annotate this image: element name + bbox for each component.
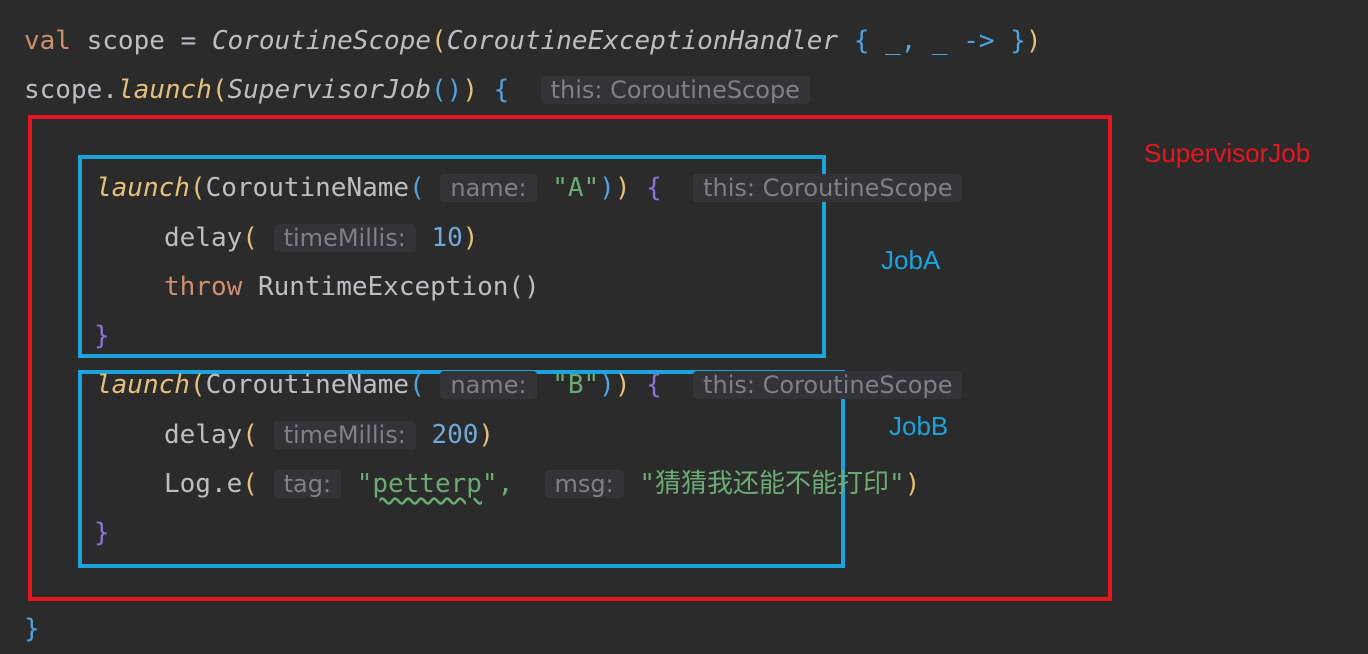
paren-open: ( xyxy=(242,223,258,253)
paren-close-inner: ) xyxy=(599,370,615,400)
job-a-launch-line: launch(CoroutineName( name: "A")) { this… xyxy=(96,171,963,205)
job-b-close-line: } xyxy=(94,516,110,550)
job-b-launch-line: launch(CoroutineName( name: "B")) { this… xyxy=(96,368,963,402)
paren-open-inner: ( xyxy=(409,173,425,203)
number-200: 200 xyxy=(431,420,479,450)
paren-close: ) xyxy=(614,370,631,400)
brace-open: { xyxy=(493,75,510,105)
code-line-1: val scope = CoroutineScope(CoroutineExce… xyxy=(24,24,1042,58)
job-b-delay-line: delay( timeMillis: 200) xyxy=(164,418,494,452)
variable-scope: scope xyxy=(86,26,165,56)
lambda-params: _, _ -> xyxy=(885,26,995,56)
inlay-hint-time-millis: timeMillis: xyxy=(273,224,416,252)
paren-inner: () xyxy=(431,75,463,105)
paren-open: ( xyxy=(242,469,258,499)
paren-close: ) xyxy=(478,420,495,450)
brace-open: { xyxy=(646,370,662,400)
inlay-hint-msg: msg: xyxy=(544,470,624,498)
runtime-exception: RuntimeException() xyxy=(257,272,540,302)
launch-call: launch xyxy=(117,75,212,105)
paren-open: ( xyxy=(189,370,206,400)
paren-close: ) xyxy=(904,469,921,499)
code-line-2: scope.launch(SupervisorJob()) { this: Co… xyxy=(24,73,810,107)
inlay-hint-tag: tag: xyxy=(273,470,342,498)
coroutine-name-call: CoroutineName xyxy=(205,370,410,400)
operator-equals: = xyxy=(180,26,197,56)
string-tag-value: petterp xyxy=(372,469,482,499)
job-a-label: JobA xyxy=(881,245,941,275)
string-b: "B" xyxy=(552,370,600,400)
delay-call: delay xyxy=(164,223,243,253)
scope-receiver: scope. xyxy=(24,75,118,105)
supervisor-job-label: SupervisorJob xyxy=(1144,138,1311,168)
brace-close: } xyxy=(1010,26,1026,56)
launch-call: launch xyxy=(96,370,190,400)
keyword-throw: throw xyxy=(164,272,243,302)
job-b-label: JobB xyxy=(889,411,949,441)
paren-open: ( xyxy=(431,26,447,56)
paren-open: ( xyxy=(242,420,258,450)
inlay-hint-name: name: xyxy=(440,371,537,399)
string-tag-open: " xyxy=(356,469,373,499)
brace-close: } xyxy=(94,321,110,351)
number-10: 10 xyxy=(431,223,463,253)
keyword-val: val xyxy=(24,26,71,56)
job-a-throw-line: throw RuntimeException() xyxy=(164,270,540,304)
class-exception-handler: CoroutineExceptionHandler xyxy=(446,26,839,56)
class-coroutine-scope: CoroutineScope xyxy=(211,26,432,56)
final-close-line: } xyxy=(24,612,40,646)
inlay-hint-name: name: xyxy=(440,174,537,202)
string-msg: "猜猜我还能不能打印" xyxy=(639,469,905,499)
string-tag-close: ", xyxy=(481,469,514,499)
paren-close-inner: ) xyxy=(599,173,615,203)
inlay-hint-scope: this: CoroutineScope xyxy=(693,174,963,202)
job-a-delay-line: delay( timeMillis: 10) xyxy=(164,221,478,255)
brace-close: } xyxy=(24,614,40,644)
paren-close: ) xyxy=(614,173,631,203)
log-e-call: Log.e xyxy=(164,469,243,499)
coroutine-name-call: CoroutineName xyxy=(205,173,410,203)
paren-close: ) xyxy=(1025,26,1042,56)
inlay-hint-time-millis: timeMillis: xyxy=(273,421,416,449)
inlay-hint-scope: this: CoroutineScope xyxy=(693,371,963,399)
brace-open: { xyxy=(853,26,870,56)
delay-call: delay xyxy=(164,420,243,450)
job-b-log-line: Log.e( tag: "petterp", msg: "猜猜我还能不能打印") xyxy=(164,467,920,501)
string-a: "A" xyxy=(552,173,600,203)
supervisor-job-call: SupervisorJob xyxy=(227,75,432,105)
paren-close: ) xyxy=(462,75,478,105)
paren-open-inner: ( xyxy=(409,370,425,400)
job-a-close-line: } xyxy=(94,319,110,353)
brace-close: } xyxy=(94,518,110,548)
paren-close: ) xyxy=(462,223,479,253)
brace-open: { xyxy=(646,173,662,203)
launch-call: launch xyxy=(96,173,190,203)
paren-open: ( xyxy=(189,173,206,203)
inlay-hint-scope: this: CoroutineScope xyxy=(540,76,810,104)
paren-open: ( xyxy=(211,75,228,105)
